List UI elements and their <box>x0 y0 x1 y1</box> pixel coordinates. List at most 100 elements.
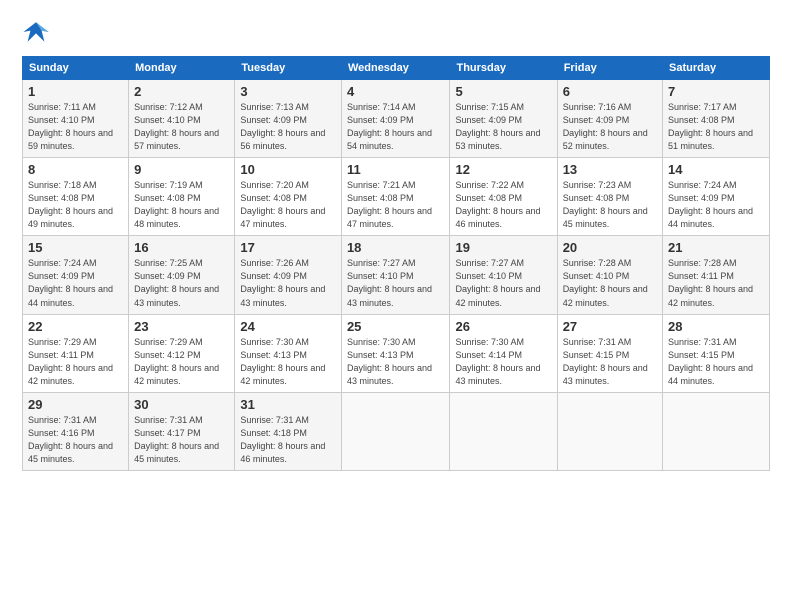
calendar-table: SundayMondayTuesdayWednesdayThursdayFrid… <box>22 56 770 471</box>
calendar-cell: 24Sunrise: 7:30 AMSunset: 4:13 PMDayligh… <box>235 314 342 392</box>
day-info: Sunrise: 7:31 AMSunset: 4:15 PMDaylight:… <box>563 336 657 388</box>
logo-icon <box>22 18 50 46</box>
calendar-cell: 12 Sunrise: 7:22 AMSunset: 4:08 PMDayligh… <box>450 158 557 236</box>
day-info: Sunrise: 7:23 AMSunset: 4:08 PMDaylight:… <box>563 179 657 231</box>
calendar-week-3: 15 Sunrise: 7:24 AMSunset: 4:09 PMDayligh… <box>23 236 770 314</box>
calendar-cell: 4 Sunrise: 7:14 AMSunset: 4:09 PMDaylight… <box>341 80 450 158</box>
day-info: Sunrise: 7:31 AMSunset: 4:17 PMDaylight:… <box>134 414 229 466</box>
day-number: 7 <box>668 84 764 99</box>
calendar-week-4: 22Sunrise: 7:29 AMSunset: 4:11 PMDayligh… <box>23 314 770 392</box>
day-info: Sunrise: 7:28 AMSunset: 4:11 PMDaylight:… <box>668 257 764 309</box>
day-info: Sunrise: 7:18 AMSunset: 4:08 PMDaylight:… <box>28 179 123 231</box>
calendar-week-2: 8 Sunrise: 7:18 AMSunset: 4:08 PMDaylight… <box>23 158 770 236</box>
calendar-cell: 31 Sunrise: 7:31 AMSunset: 4:18 PMDayligh… <box>235 392 342 470</box>
day-number: 9 <box>134 162 229 177</box>
day-number: 21 <box>668 240 764 255</box>
calendar-cell: 20 Sunrise: 7:28 AMSunset: 4:10 PMDayligh… <box>557 236 662 314</box>
header <box>22 18 770 46</box>
weekday-header-sunday: Sunday <box>23 57 129 80</box>
day-info: Sunrise: 7:29 AMSunset: 4:11 PMDaylight:… <box>28 336 123 388</box>
day-number: 16 <box>134 240 229 255</box>
day-number: 15 <box>28 240 123 255</box>
calendar-cell: 28 Sunrise: 7:31 AMSunset: 4:15 PMDayligh… <box>663 314 770 392</box>
weekday-header-tuesday: Tuesday <box>235 57 342 80</box>
day-info: Sunrise: 7:30 AMSunset: 4:14 PMDaylight:… <box>455 336 551 388</box>
weekday-header-friday: Friday <box>557 57 662 80</box>
day-info: Sunrise: 7:12 AMSunset: 4:10 PMDaylight:… <box>134 101 229 153</box>
calendar-cell: 16 Sunrise: 7:25 AMSunset: 4:09 PMDayligh… <box>129 236 235 314</box>
calendar-cell: 29 Sunrise: 7:31 AMSunset: 4:16 PMDayligh… <box>23 392 129 470</box>
day-info: Sunrise: 7:21 AMSunset: 4:08 PMDaylight:… <box>347 179 445 231</box>
day-number: 11 <box>347 162 445 177</box>
day-info: Sunrise: 7:31 AMSunset: 4:15 PMDaylight:… <box>668 336 764 388</box>
weekday-header-thursday: Thursday <box>450 57 557 80</box>
day-info: Sunrise: 7:24 AMSunset: 4:09 PMDaylight:… <box>28 257 123 309</box>
day-info: Sunrise: 7:19 AMSunset: 4:08 PMDaylight:… <box>134 179 229 231</box>
day-info: Sunrise: 7:29 AMSunset: 4:12 PMDaylight:… <box>134 336 229 388</box>
day-info: Sunrise: 7:15 AMSunset: 4:09 PMDaylight:… <box>455 101 551 153</box>
day-number: 23 <box>134 319 229 334</box>
day-info: Sunrise: 7:20 AMSunset: 4:08 PMDaylight:… <box>240 179 336 231</box>
calendar-cell: 27 Sunrise: 7:31 AMSunset: 4:15 PMDayligh… <box>557 314 662 392</box>
weekday-header-monday: Monday <box>129 57 235 80</box>
day-number: 12 <box>455 162 551 177</box>
calendar-cell <box>450 392 557 470</box>
weekday-header-wednesday: Wednesday <box>341 57 450 80</box>
day-number: 2 <box>134 84 229 99</box>
calendar-cell: 6Sunrise: 7:16 AMSunset: 4:09 PMDaylight… <box>557 80 662 158</box>
day-number: 24 <box>240 319 336 334</box>
page: SundayMondayTuesdayWednesdayThursdayFrid… <box>0 0 792 612</box>
calendar-cell: 13 Sunrise: 7:23 AMSunset: 4:08 PMDayligh… <box>557 158 662 236</box>
day-number: 19 <box>455 240 551 255</box>
day-info: Sunrise: 7:28 AMSunset: 4:10 PMDaylight:… <box>563 257 657 309</box>
calendar-cell: 9 Sunrise: 7:19 AMSunset: 4:08 PMDaylight… <box>129 158 235 236</box>
day-number: 17 <box>240 240 336 255</box>
day-number: 4 <box>347 84 445 99</box>
calendar-cell: 10Sunrise: 7:20 AMSunset: 4:08 PMDayligh… <box>235 158 342 236</box>
calendar-cell <box>663 392 770 470</box>
calendar-cell: 25Sunrise: 7:30 AMSunset: 4:13 PMDayligh… <box>341 314 450 392</box>
day-number: 3 <box>240 84 336 99</box>
day-number: 20 <box>563 240 657 255</box>
calendar-week-5: 29 Sunrise: 7:31 AMSunset: 4:16 PMDayligh… <box>23 392 770 470</box>
calendar-cell: 17 Sunrise: 7:26 AMSunset: 4:09 PMDayligh… <box>235 236 342 314</box>
calendar-cell: 5Sunrise: 7:15 AMSunset: 4:09 PMDaylight… <box>450 80 557 158</box>
calendar-cell: 3 Sunrise: 7:13 AMSunset: 4:09 PMDaylight… <box>235 80 342 158</box>
day-info: Sunrise: 7:26 AMSunset: 4:09 PMDaylight:… <box>240 257 336 309</box>
calendar-cell: 22Sunrise: 7:29 AMSunset: 4:11 PMDayligh… <box>23 314 129 392</box>
calendar-cell: 11 Sunrise: 7:21 AMSunset: 4:08 PMDayligh… <box>341 158 450 236</box>
calendar-cell: 26 Sunrise: 7:30 AMSunset: 4:14 PMDayligh… <box>450 314 557 392</box>
day-number: 29 <box>28 397 123 412</box>
calendar-week-1: 1 Sunrise: 7:11 AMSunset: 4:10 PMDaylight… <box>23 80 770 158</box>
calendar-cell: 23 Sunrise: 7:29 AMSunset: 4:12 PMDayligh… <box>129 314 235 392</box>
day-number: 25 <box>347 319 445 334</box>
calendar-cell: 15 Sunrise: 7:24 AMSunset: 4:09 PMDayligh… <box>23 236 129 314</box>
calendar-cell <box>557 392 662 470</box>
day-number: 14 <box>668 162 764 177</box>
logo <box>22 18 54 46</box>
calendar-cell: 21 Sunrise: 7:28 AMSunset: 4:11 PMDayligh… <box>663 236 770 314</box>
day-number: 1 <box>28 84 123 99</box>
weekday-header-saturday: Saturday <box>663 57 770 80</box>
day-info: Sunrise: 7:24 AMSunset: 4:09 PMDaylight:… <box>668 179 764 231</box>
day-info: Sunrise: 7:14 AMSunset: 4:09 PMDaylight:… <box>347 101 445 153</box>
day-number: 26 <box>455 319 551 334</box>
calendar-cell: 7 Sunrise: 7:17 AMSunset: 4:08 PMDaylight… <box>663 80 770 158</box>
calendar-cell <box>341 392 450 470</box>
calendar-cell: 8 Sunrise: 7:18 AMSunset: 4:08 PMDaylight… <box>23 158 129 236</box>
day-number: 28 <box>668 319 764 334</box>
calendar-cell: 1 Sunrise: 7:11 AMSunset: 4:10 PMDaylight… <box>23 80 129 158</box>
day-info: Sunrise: 7:31 AMSunset: 4:16 PMDaylight:… <box>28 414 123 466</box>
day-info: Sunrise: 7:31 AMSunset: 4:18 PMDaylight:… <box>240 414 336 466</box>
calendar-cell: 14 Sunrise: 7:24 AMSunset: 4:09 PMDayligh… <box>663 158 770 236</box>
day-number: 8 <box>28 162 123 177</box>
day-info: Sunrise: 7:17 AMSunset: 4:08 PMDaylight:… <box>668 101 764 153</box>
day-info: Sunrise: 7:13 AMSunset: 4:09 PMDaylight:… <box>240 101 336 153</box>
day-info: Sunrise: 7:22 AMSunset: 4:08 PMDaylight:… <box>455 179 551 231</box>
day-info: Sunrise: 7:25 AMSunset: 4:09 PMDaylight:… <box>134 257 229 309</box>
day-number: 31 <box>240 397 336 412</box>
calendar-header-row: SundayMondayTuesdayWednesdayThursdayFrid… <box>23 57 770 80</box>
day-info: Sunrise: 7:11 AMSunset: 4:10 PMDaylight:… <box>28 101 123 153</box>
day-number: 13 <box>563 162 657 177</box>
day-number: 27 <box>563 319 657 334</box>
